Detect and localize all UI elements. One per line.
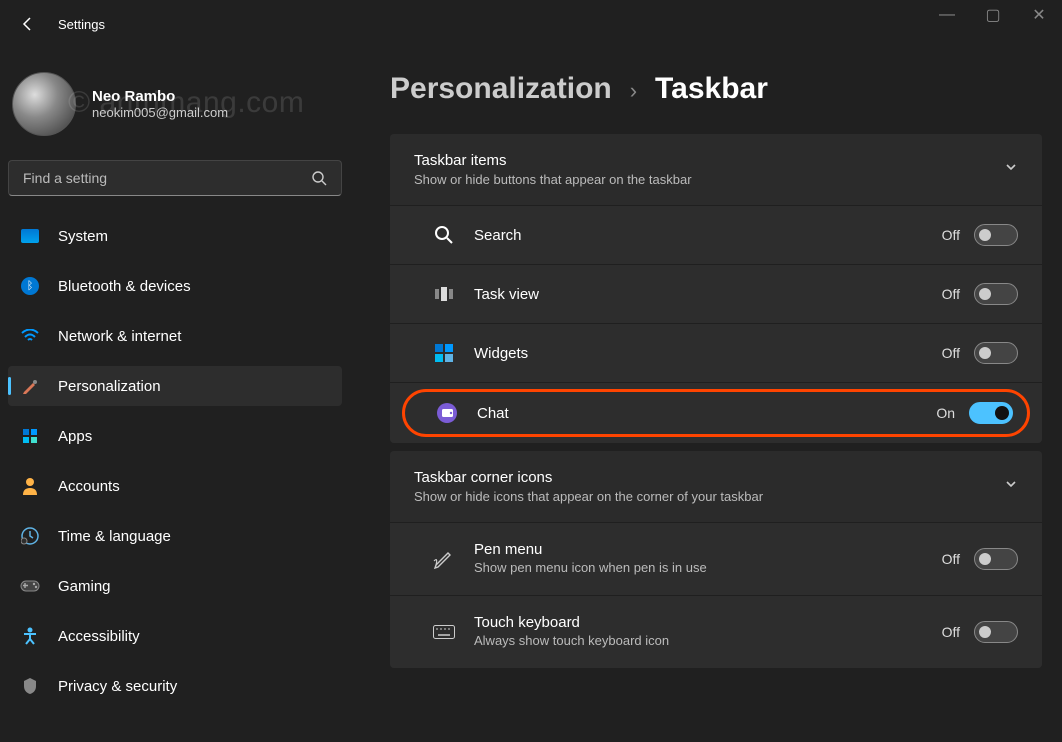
page-title: Taskbar bbox=[655, 72, 768, 106]
toggle-state-label: Off bbox=[942, 624, 960, 640]
section-subtitle: Show or hide buttons that appear on the … bbox=[414, 172, 692, 187]
back-button[interactable] bbox=[8, 4, 48, 44]
personalization-icon bbox=[20, 376, 40, 396]
toggle-switch[interactable] bbox=[974, 224, 1018, 246]
sidebar-item-bluetooth[interactable]: ᛒ Bluetooth & devices bbox=[8, 266, 342, 306]
accounts-icon bbox=[20, 476, 40, 496]
section-title: Taskbar items bbox=[414, 152, 692, 169]
privacy-icon bbox=[20, 676, 40, 696]
breadcrumb-parent[interactable]: Personalization bbox=[390, 72, 612, 106]
section-subtitle: Show or hide icons that appear on the co… bbox=[414, 489, 763, 504]
search-icon bbox=[414, 225, 474, 245]
sidebar-item-label: Gaming bbox=[58, 578, 111, 595]
sidebar-item-label: Accessibility bbox=[58, 628, 140, 645]
setting-row-pen: Pen menu Show pen menu icon when pen is i… bbox=[390, 522, 1042, 595]
sidebar-item-label: Privacy & security bbox=[58, 678, 177, 695]
toggle-state-label: Off bbox=[942, 286, 960, 302]
toggle-state-label: On bbox=[936, 405, 955, 421]
sidebar-item-accessibility[interactable]: Accessibility bbox=[8, 616, 342, 656]
profile-name: Neo Rambo bbox=[92, 88, 228, 105]
settings-section: Taskbar corner icons Show or hide icons t… bbox=[390, 451, 1042, 668]
setting-title: Chat bbox=[477, 405, 936, 422]
bluetooth-icon: ᛒ bbox=[20, 276, 40, 296]
toggle-state-label: Off bbox=[942, 551, 960, 567]
arrow-left-icon bbox=[20, 16, 36, 32]
breadcrumb: Personalization › Taskbar bbox=[390, 72, 1042, 106]
sidebar-item-apps[interactable]: Apps bbox=[8, 416, 342, 456]
sidebar-item-privacy[interactable]: Privacy & security bbox=[8, 666, 342, 706]
sidebar-item-label: Accounts bbox=[58, 478, 120, 495]
window-title: Settings bbox=[58, 17, 105, 32]
toggle-switch[interactable] bbox=[974, 342, 1018, 364]
window-controls: — ▢ ✕ bbox=[924, 0, 1062, 30]
toggle-switch[interactable] bbox=[969, 402, 1013, 424]
setting-description: Always show touch keyboard icon bbox=[474, 633, 754, 650]
titlebar: Settings — ▢ ✕ bbox=[0, 0, 1062, 48]
search-box[interactable] bbox=[8, 160, 342, 196]
accessibility-icon bbox=[20, 626, 40, 646]
setting-row-widgets: WidgetsOff bbox=[390, 323, 1042, 382]
chevron-up-icon bbox=[1004, 477, 1018, 491]
sidebar-item-label: Apps bbox=[58, 428, 92, 445]
close-button[interactable]: ✕ bbox=[1016, 0, 1062, 30]
apps-icon bbox=[20, 426, 40, 446]
sidebar-item-label: Personalization bbox=[58, 378, 161, 395]
widgets-icon bbox=[414, 344, 474, 362]
settings-section: Taskbar items Show or hide buttons that a… bbox=[390, 134, 1042, 443]
setting-title: Search bbox=[474, 227, 942, 244]
setting-row-keyboard: Touch keyboard Always show touch keyboard… bbox=[390, 595, 1042, 668]
network-icon bbox=[20, 326, 40, 346]
sidebar-item-label: Network & internet bbox=[58, 328, 181, 345]
toggle-switch[interactable] bbox=[974, 548, 1018, 570]
toggle-switch[interactable] bbox=[974, 621, 1018, 643]
chat-icon bbox=[417, 403, 477, 423]
pen-icon bbox=[414, 547, 474, 571]
avatar bbox=[12, 72, 76, 136]
nav-list: System ᛒ Bluetooth & devices Network & inte… bbox=[8, 216, 342, 742]
gaming-icon bbox=[20, 576, 40, 596]
section-header[interactable]: Taskbar items Show or hide buttons that a… bbox=[390, 134, 1042, 205]
setting-title: Widgets bbox=[474, 345, 942, 362]
setting-title: Touch keyboard bbox=[474, 614, 942, 631]
sidebar-item-label: Bluetooth & devices bbox=[58, 278, 191, 295]
profile-block[interactable]: Neo Rambo neokim005@gmail.com © antriman… bbox=[8, 56, 342, 160]
setting-title: Task view bbox=[474, 286, 942, 303]
sidebar-item-system[interactable]: System bbox=[8, 216, 342, 256]
time-icon bbox=[20, 526, 40, 546]
system-icon bbox=[20, 226, 40, 246]
setting-description: Show pen menu icon when pen is in use bbox=[474, 560, 754, 577]
chevron-up-icon bbox=[1004, 160, 1018, 174]
sidebar: Neo Rambo neokim005@gmail.com © antriman… bbox=[0, 48, 350, 742]
sidebar-item-accounts[interactable]: Accounts bbox=[8, 466, 342, 506]
sidebar-item-personalization[interactable]: Personalization bbox=[8, 366, 342, 406]
taskview-icon bbox=[414, 287, 474, 301]
sidebar-item-network[interactable]: Network & internet bbox=[8, 316, 342, 356]
section-header[interactable]: Taskbar corner icons Show or hide icons t… bbox=[390, 451, 1042, 522]
search-icon bbox=[311, 170, 327, 186]
main-content: Personalization › Taskbar Taskbar items S… bbox=[350, 48, 1062, 742]
keyboard-icon bbox=[414, 625, 474, 639]
setting-row-search: SearchOff bbox=[390, 205, 1042, 264]
toggle-switch[interactable] bbox=[974, 283, 1018, 305]
toggle-state-label: Off bbox=[942, 227, 960, 243]
setting-title: Pen menu bbox=[474, 541, 942, 558]
search-input[interactable] bbox=[23, 170, 311, 186]
sidebar-item-gaming[interactable]: Gaming bbox=[8, 566, 342, 606]
minimize-button[interactable]: — bbox=[924, 0, 970, 30]
section-title: Taskbar corner icons bbox=[414, 469, 763, 486]
profile-email: neokim005@gmail.com bbox=[92, 105, 228, 120]
setting-row-chat: ChatOn bbox=[390, 382, 1042, 443]
toggle-state-label: Off bbox=[942, 345, 960, 361]
sidebar-item-label: System bbox=[58, 228, 108, 245]
setting-row-taskview: Task viewOff bbox=[390, 264, 1042, 323]
sidebar-item-label: Time & language bbox=[58, 528, 171, 545]
sidebar-item-time[interactable]: Time & language bbox=[8, 516, 342, 556]
chevron-right-icon: › bbox=[630, 78, 637, 104]
maximize-button[interactable]: ▢ bbox=[970, 0, 1016, 30]
